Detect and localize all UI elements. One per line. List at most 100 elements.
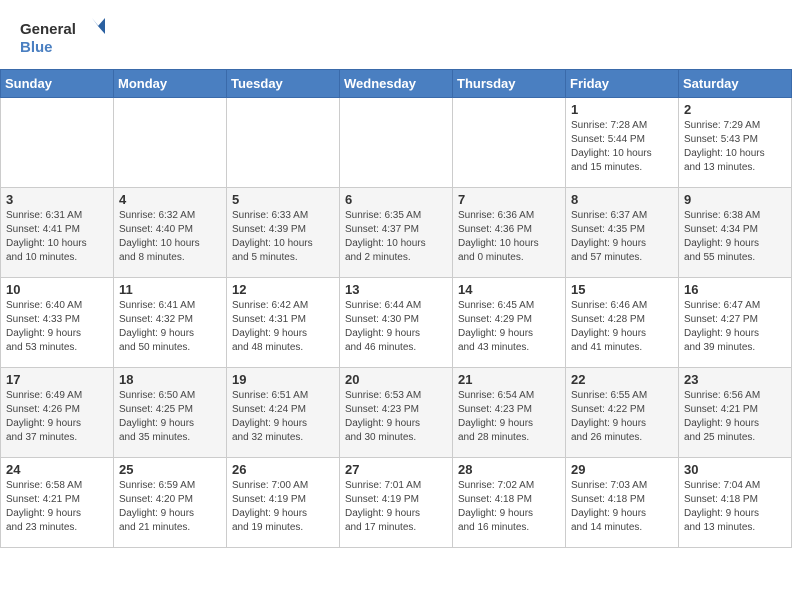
day-info: Sunrise: 7:03 AM Sunset: 4:18 PM Dayligh… — [571, 479, 673, 535]
day-number: 25 — [119, 462, 221, 477]
day-info: Sunrise: 6:42 AM Sunset: 4:31 PM Dayligh… — [232, 299, 334, 355]
svg-text:Blue: Blue — [20, 39, 53, 56]
calendar-cell: 26Sunrise: 7:00 AM Sunset: 4:19 PM Dayli… — [227, 458, 340, 548]
day-header-thursday: Thursday — [453, 70, 566, 98]
day-header-friday: Friday — [566, 70, 679, 98]
day-info: Sunrise: 6:49 AM Sunset: 4:26 PM Dayligh… — [6, 389, 108, 445]
calendar-cell — [453, 98, 566, 188]
header: General Blue — [0, 0, 792, 69]
day-info: Sunrise: 6:55 AM Sunset: 4:22 PM Dayligh… — [571, 389, 673, 445]
calendar-cell: 10 Sunrise: 6:40 AM Sunset: 4:33 PM Dayli… — [1, 278, 114, 368]
day-number: 29 — [571, 462, 673, 477]
calendar: SundayMondayTuesdayWednesdayThursdayFrid… — [0, 69, 792, 548]
day-number: 21 — [458, 372, 560, 387]
calendar-cell: 17 Sunrise: 6:49 AM Sunset: 4:26 PM Dayli… — [1, 368, 114, 458]
day-info: Sunrise: 7:29 AM Sunset: 5:43 PM Dayligh… — [684, 119, 786, 175]
day-header-wednesday: Wednesday — [340, 70, 453, 98]
calendar-cell: 1 Sunrise: 7:28 AM Sunset: 5:44 PM Daylig… — [566, 98, 679, 188]
day-number: 9 — [684, 192, 786, 207]
day-number: 1 — [571, 102, 673, 117]
day-number: 18 — [119, 372, 221, 387]
calendar-cell: 6 Sunrise: 6:35 AM Sunset: 4:37 PM Daylig… — [340, 188, 453, 278]
day-number: 7 — [458, 192, 560, 207]
calendar-cell — [340, 98, 453, 188]
day-header-monday: Monday — [114, 70, 227, 98]
day-info: Sunrise: 6:40 AM Sunset: 4:33 PM Dayligh… — [6, 299, 108, 355]
calendar-cell — [114, 98, 227, 188]
day-info: Sunrise: 6:44 AM Sunset: 4:30 PM Dayligh… — [345, 299, 447, 355]
day-number: 20 — [345, 372, 447, 387]
calendar-cell: 20 Sunrise: 6:53 AM Sunset: 4:23 PM Dayli… — [340, 368, 453, 458]
day-header-sunday: Sunday — [1, 70, 114, 98]
svg-text:General: General — [20, 21, 76, 38]
calendar-week-2: 3Sunrise: 6:31 AM Sunset: 4:41 PM Daylig… — [1, 188, 792, 278]
logo-svg: General Blue — [20, 16, 110, 61]
day-info: Sunrise: 6:53 AM Sunset: 4:23 PM Dayligh… — [345, 389, 447, 445]
day-info: Sunrise: 6:32 AM Sunset: 4:40 PM Dayligh… — [119, 209, 221, 265]
calendar-cell: 7 Sunrise: 6:36 AM Sunset: 4:36 PM Daylig… — [453, 188, 566, 278]
calendar-cell: 3Sunrise: 6:31 AM Sunset: 4:41 PM Daylig… — [1, 188, 114, 278]
day-number: 6 — [345, 192, 447, 207]
calendar-cell: 15Sunrise: 6:46 AM Sunset: 4:28 PM Dayli… — [566, 278, 679, 368]
day-info: Sunrise: 6:47 AM Sunset: 4:27 PM Dayligh… — [684, 299, 786, 355]
day-number: 19 — [232, 372, 334, 387]
day-info: Sunrise: 6:36 AM Sunset: 4:36 PM Dayligh… — [458, 209, 560, 265]
day-number: 16 — [684, 282, 786, 297]
calendar-cell: 25 Sunrise: 6:59 AM Sunset: 4:20 PM Dayli… — [114, 458, 227, 548]
day-info: Sunrise: 7:02 AM Sunset: 4:18 PM Dayligh… — [458, 479, 560, 535]
calendar-cell: 8 Sunrise: 6:37 AM Sunset: 4:35 PM Daylig… — [566, 188, 679, 278]
calendar-cell: 24 Sunrise: 6:58 AM Sunset: 4:21 PM Dayli… — [1, 458, 114, 548]
day-number: 23 — [684, 372, 786, 387]
day-number: 5 — [232, 192, 334, 207]
calendar-week-3: 10 Sunrise: 6:40 AM Sunset: 4:33 PM Dayli… — [1, 278, 792, 368]
day-number: 10 — [6, 282, 108, 297]
calendar-cell: 21 Sunrise: 6:54 AM Sunset: 4:23 PM Dayli… — [453, 368, 566, 458]
day-info: Sunrise: 7:01 AM Sunset: 4:19 PM Dayligh… — [345, 479, 447, 535]
day-number: 17 — [6, 372, 108, 387]
day-info: Sunrise: 6:50 AM Sunset: 4:25 PM Dayligh… — [119, 389, 221, 445]
calendar-cell: 5 Sunrise: 6:33 AM Sunset: 4:39 PM Daylig… — [227, 188, 340, 278]
calendar-cell: 16 Sunrise: 6:47 AM Sunset: 4:27 PM Dayli… — [679, 278, 792, 368]
day-number: 4 — [119, 192, 221, 207]
day-info: Sunrise: 6:58 AM Sunset: 4:21 PM Dayligh… — [6, 479, 108, 535]
day-number: 27 — [345, 462, 447, 477]
calendar-cell: 18 Sunrise: 6:50 AM Sunset: 4:25 PM Dayli… — [114, 368, 227, 458]
calendar-cell: 11Sunrise: 6:41 AM Sunset: 4:32 PM Dayli… — [114, 278, 227, 368]
day-number: 11 — [119, 282, 221, 297]
calendar-week-4: 17 Sunrise: 6:49 AM Sunset: 4:26 PM Dayli… — [1, 368, 792, 458]
day-number: 26 — [232, 462, 334, 477]
day-info: Sunrise: 6:56 AM Sunset: 4:21 PM Dayligh… — [684, 389, 786, 445]
calendar-cell: 4 Sunrise: 6:32 AM Sunset: 4:40 PM Daylig… — [114, 188, 227, 278]
day-info: Sunrise: 7:28 AM Sunset: 5:44 PM Dayligh… — [571, 119, 673, 175]
calendar-cell: 2 Sunrise: 7:29 AM Sunset: 5:43 PM Daylig… — [679, 98, 792, 188]
day-info: Sunrise: 6:37 AM Sunset: 4:35 PM Dayligh… — [571, 209, 673, 265]
day-number: 12 — [232, 282, 334, 297]
calendar-week-5: 24 Sunrise: 6:58 AM Sunset: 4:21 PM Dayli… — [1, 458, 792, 548]
day-header-saturday: Saturday — [679, 70, 792, 98]
calendar-cell: 23 Sunrise: 6:56 AM Sunset: 4:21 PM Dayli… — [679, 368, 792, 458]
calendar-cell: 28Sunrise: 7:02 AM Sunset: 4:18 PM Dayli… — [453, 458, 566, 548]
day-number: 8 — [571, 192, 673, 207]
day-header-tuesday: Tuesday — [227, 70, 340, 98]
day-number: 24 — [6, 462, 108, 477]
day-info: Sunrise: 6:33 AM Sunset: 4:39 PM Dayligh… — [232, 209, 334, 265]
day-number: 13 — [345, 282, 447, 297]
calendar-cell: 29 Sunrise: 7:03 AM Sunset: 4:18 PM Dayli… — [566, 458, 679, 548]
day-info: Sunrise: 6:54 AM Sunset: 4:23 PM Dayligh… — [458, 389, 560, 445]
calendar-cell: 27 Sunrise: 7:01 AM Sunset: 4:19 PM Dayli… — [340, 458, 453, 548]
calendar-cell: 12 Sunrise: 6:42 AM Sunset: 4:31 PM Dayli… — [227, 278, 340, 368]
day-number: 22 — [571, 372, 673, 387]
day-info: Sunrise: 6:38 AM Sunset: 4:34 PM Dayligh… — [684, 209, 786, 265]
day-info: Sunrise: 6:51 AM Sunset: 4:24 PM Dayligh… — [232, 389, 334, 445]
calendar-cell — [1, 98, 114, 188]
day-number: 2 — [684, 102, 786, 117]
day-info: Sunrise: 6:59 AM Sunset: 4:20 PM Dayligh… — [119, 479, 221, 535]
day-info: Sunrise: 6:45 AM Sunset: 4:29 PM Dayligh… — [458, 299, 560, 355]
calendar-week-1: 1 Sunrise: 7:28 AM Sunset: 5:44 PM Daylig… — [1, 98, 792, 188]
calendar-cell: 9 Sunrise: 6:38 AM Sunset: 4:34 PM Daylig… — [679, 188, 792, 278]
calendar-cell: 30Sunrise: 7:04 AM Sunset: 4:18 PM Dayli… — [679, 458, 792, 548]
calendar-cell — [227, 98, 340, 188]
calendar-cell: 22 Sunrise: 6:55 AM Sunset: 4:22 PM Dayli… — [566, 368, 679, 458]
day-info: Sunrise: 6:35 AM Sunset: 4:37 PM Dayligh… — [345, 209, 447, 265]
day-number: 3 — [6, 192, 108, 207]
